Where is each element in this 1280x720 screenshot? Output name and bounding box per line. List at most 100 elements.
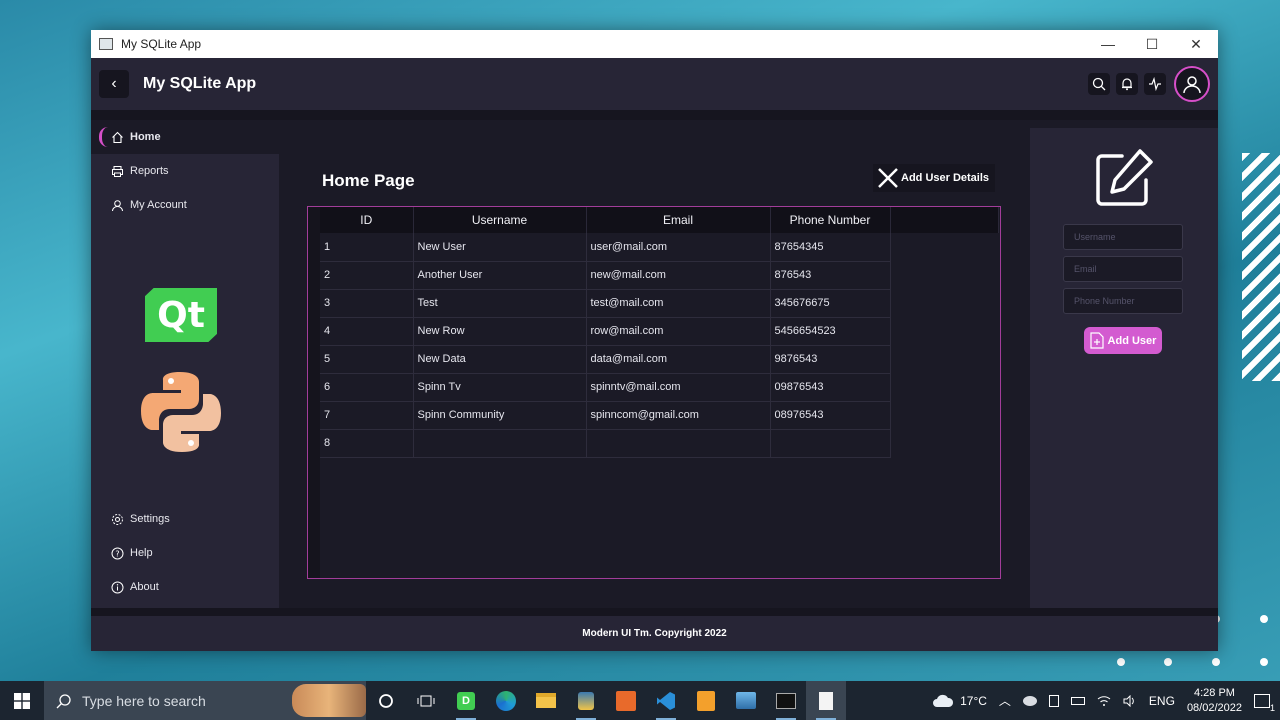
table-row[interactable]: 6 Spinn Tv spinntv@mail.com 09876543 bbox=[320, 373, 998, 402]
cell-email[interactable]: spinncom@gmail.com bbox=[586, 401, 771, 430]
notification-center-icon[interactable]: 1 bbox=[1254, 693, 1275, 713]
add-user-details-button[interactable]: Add User Details bbox=[873, 164, 996, 192]
terminal-icon[interactable] bbox=[766, 681, 806, 720]
sidebar: Home Reports My Account Qt Settings ? He… bbox=[91, 120, 279, 608]
cell-phone[interactable]: 08976543 bbox=[770, 401, 891, 430]
cell-username[interactable]: Spinn Community bbox=[413, 401, 587, 430]
cell-username[interactable]: Test bbox=[413, 289, 587, 318]
phone-number-field[interactable]: Phone Number bbox=[1063, 288, 1183, 314]
cell-email[interactable]: spinntv@mail.com bbox=[586, 373, 771, 402]
user-avatar-icon[interactable] bbox=[1174, 66, 1210, 102]
activity-icon[interactable] bbox=[1144, 73, 1166, 95]
cell-id[interactable]: 8 bbox=[320, 429, 414, 458]
cell-email[interactable] bbox=[586, 429, 771, 458]
table-row[interactable]: 3 Test test@mail.com 345676675 bbox=[320, 289, 998, 318]
cell-email[interactable]: row@mail.com bbox=[586, 317, 771, 346]
cell-filler bbox=[890, 289, 998, 317]
sidebar-item-settings[interactable]: Settings bbox=[91, 502, 279, 536]
column-header-email[interactable]: Email bbox=[586, 207, 771, 233]
add-user-button[interactable]: Add User bbox=[1084, 327, 1162, 354]
back-button[interactable]: ‹ bbox=[99, 70, 129, 98]
cell-filler bbox=[890, 429, 998, 457]
cell-phone[interactable]: 5456654523 bbox=[770, 317, 891, 346]
background-dot bbox=[1260, 615, 1268, 623]
weather-widget[interactable]: 17°C bbox=[932, 694, 987, 708]
cell-phone[interactable]: 9876543 bbox=[770, 345, 891, 374]
sidebar-item-label: Help bbox=[130, 547, 153, 559]
cell-id[interactable]: 4 bbox=[320, 317, 414, 346]
search-icon[interactable] bbox=[1088, 73, 1110, 95]
cell-id[interactable]: 1 bbox=[320, 233, 414, 262]
cell-phone[interactable] bbox=[770, 429, 891, 458]
sidebar-item-reports[interactable]: Reports bbox=[91, 154, 279, 188]
photos-icon[interactable] bbox=[726, 681, 766, 720]
cell-id[interactable]: 3 bbox=[320, 289, 414, 318]
edge-browser-icon[interactable] bbox=[486, 681, 526, 720]
cell-phone[interactable]: 876543 bbox=[770, 261, 891, 290]
sublime-text-icon[interactable] bbox=[686, 681, 726, 720]
sidebar-item-my-account[interactable]: My Account bbox=[91, 188, 279, 222]
clock[interactable]: 4:28 PM 08/02/2022 bbox=[1187, 686, 1242, 716]
volume-icon[interactable] bbox=[1123, 694, 1137, 707]
table-row[interactable]: 4 New Row row@mail.com 5456654523 bbox=[320, 317, 998, 346]
sidebar-item-help[interactable]: ? Help bbox=[91, 536, 279, 570]
column-header-username[interactable]: Username bbox=[413, 207, 587, 233]
table-row[interactable]: 8 bbox=[320, 429, 998, 458]
bell-icon[interactable] bbox=[1116, 73, 1138, 95]
chevron-up-icon[interactable]: ︿ bbox=[999, 692, 1011, 709]
cell-email[interactable]: test@mail.com bbox=[586, 289, 771, 318]
cell-email[interactable]: new@mail.com bbox=[586, 261, 771, 290]
cell-phone[interactable]: 345676675 bbox=[770, 289, 891, 318]
search-highlight-image bbox=[292, 684, 366, 717]
table-row[interactable]: 1 New User user@mail.com 87654345 bbox=[320, 233, 998, 262]
cell-id[interactable]: 5 bbox=[320, 345, 414, 374]
battery-icon[interactable] bbox=[1070, 696, 1085, 705]
office-app-icon[interactable] bbox=[606, 681, 646, 720]
cell-username[interactable]: New Data bbox=[413, 345, 587, 374]
meet-icon[interactable] bbox=[1048, 694, 1059, 707]
column-header-phone[interactable]: Phone Number bbox=[770, 207, 891, 233]
cell-email[interactable]: user@mail.com bbox=[586, 233, 771, 262]
app-window-taskbar-icon[interactable] bbox=[806, 681, 846, 720]
notification-count: 1 bbox=[1269, 702, 1275, 713]
cell-phone[interactable]: 87654345 bbox=[770, 233, 891, 262]
cell-username[interactable]: Spinn Tv bbox=[413, 373, 587, 402]
qt-designer-icon[interactable]: D bbox=[446, 681, 486, 720]
cell-id[interactable]: 2 bbox=[320, 261, 414, 290]
file-explorer-icon[interactable] bbox=[526, 681, 566, 720]
language-indicator[interactable]: ENG bbox=[1149, 694, 1175, 708]
clock-time: 4:28 PM bbox=[1193, 686, 1235, 699]
table-row[interactable]: 5 New Data data@mail.com 9876543 bbox=[320, 345, 998, 374]
email-field[interactable]: Email bbox=[1063, 256, 1183, 282]
weather-temperature: 17°C bbox=[960, 693, 987, 708]
cortana-icon[interactable] bbox=[366, 681, 406, 720]
minimize-button[interactable]: — bbox=[1086, 30, 1130, 58]
cell-email[interactable]: data@mail.com bbox=[586, 345, 771, 374]
sidebar-item-home[interactable]: Home bbox=[91, 120, 279, 154]
cell-filler bbox=[890, 373, 998, 401]
table-row[interactable]: 2 Another User new@mail.com 876543 bbox=[320, 261, 998, 290]
table-row[interactable]: 7 Spinn Community spinncom@gmail.com 089… bbox=[320, 401, 998, 430]
network-status-icon[interactable] bbox=[1022, 695, 1037, 706]
close-button[interactable]: ✕ bbox=[1174, 30, 1218, 58]
cell-username[interactable] bbox=[413, 429, 587, 458]
sidebar-item-about[interactable]: About bbox=[91, 570, 279, 604]
task-view-icon[interactable] bbox=[406, 681, 446, 720]
windows-start-button[interactable] bbox=[0, 681, 44, 720]
cell-username[interactable]: Another User bbox=[413, 261, 587, 290]
users-table[interactable]: ID Username Email Phone Number 1 New Use… bbox=[307, 206, 1001, 579]
wifi-icon[interactable] bbox=[1097, 695, 1111, 707]
username-field[interactable]: Username bbox=[1063, 224, 1183, 250]
vscode-icon[interactable] bbox=[646, 681, 686, 720]
cell-username[interactable]: New Row bbox=[413, 317, 587, 346]
taskbar-search[interactable]: Type here to search bbox=[44, 681, 366, 720]
cell-id[interactable]: 7 bbox=[320, 401, 414, 430]
search-placeholder: Type here to search bbox=[82, 692, 206, 709]
column-header-id[interactable]: ID bbox=[320, 207, 414, 233]
cell-phone[interactable]: 09876543 bbox=[770, 373, 891, 402]
python-installer-icon[interactable] bbox=[566, 681, 606, 720]
cell-id[interactable]: 6 bbox=[320, 373, 414, 402]
maximize-button[interactable]: ☐ bbox=[1130, 30, 1174, 58]
cell-username[interactable]: New User bbox=[413, 233, 587, 262]
search-icon bbox=[56, 693, 71, 708]
